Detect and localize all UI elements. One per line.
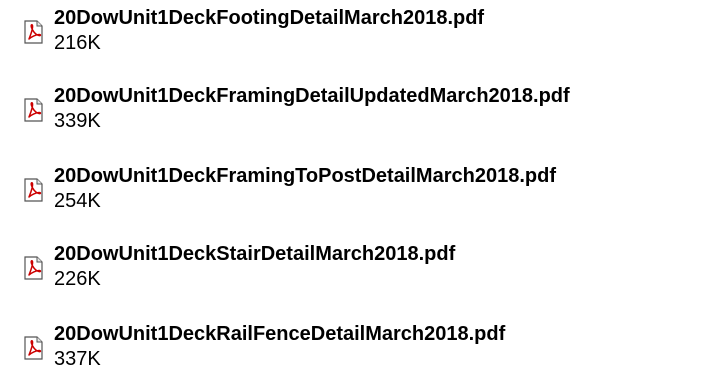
file-size: 254K xyxy=(54,190,101,212)
file-link[interactable]: 20DowUnit1DeckFramingDetailUpdatedMarch2… xyxy=(54,84,570,108)
file-item: 20DowUnit1DeckFramingToPostDetailMarch20… xyxy=(0,164,727,220)
pdf-file-icon[interactable] xyxy=(22,256,44,280)
pdf-file-icon[interactable] xyxy=(22,20,44,44)
file-link[interactable]: 20DowUnit1DeckFootingDetailMarch2018.pdf xyxy=(54,6,484,30)
file-size: 337K xyxy=(54,348,101,370)
file-size: 339K xyxy=(54,110,101,132)
file-size: 216K xyxy=(54,32,101,54)
file-link[interactable]: 20DowUnit1DeckStairDetailMarch2018.pdf xyxy=(54,242,455,266)
file-item: 20DowUnit1DeckFramingDetailUpdatedMarch2… xyxy=(0,84,727,140)
file-item: 20DowUnit1DeckStairDetailMarch2018.pdf 2… xyxy=(0,242,727,298)
pdf-file-icon[interactable] xyxy=(22,98,44,122)
file-size: 226K xyxy=(54,268,101,290)
file-link[interactable]: 20DowUnit1DeckFramingToPostDetailMarch20… xyxy=(54,164,556,188)
pdf-file-icon[interactable] xyxy=(22,178,44,202)
file-list: 20DowUnit1DeckFootingDetailMarch2018.pdf… xyxy=(0,0,727,381)
file-item: 20DowUnit1DeckRailFenceDetailMarch2018.p… xyxy=(0,322,727,378)
file-link[interactable]: 20DowUnit1DeckRailFenceDetailMarch2018.p… xyxy=(54,322,505,346)
file-item: 20DowUnit1DeckFootingDetailMarch2018.pdf… xyxy=(0,6,727,62)
pdf-file-icon[interactable] xyxy=(22,336,44,360)
